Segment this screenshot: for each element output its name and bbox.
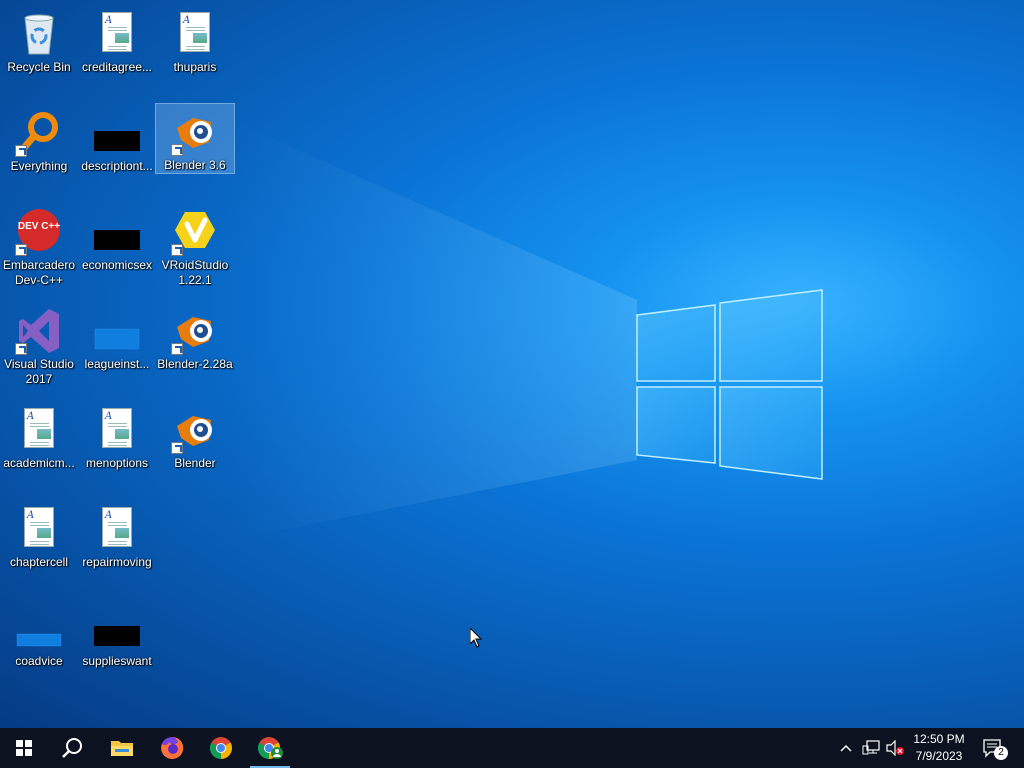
desktop-icon-dev-cpp[interactable]: DEV C++ Embarcadero Dev-C++	[0, 204, 78, 287]
redacted-file-icon	[93, 604, 141, 652]
icon-label: repairmoving	[82, 555, 152, 569]
blender-icon	[171, 307, 219, 355]
icon-label: academicm...	[3, 456, 75, 470]
mouse-pointer-icon	[470, 628, 482, 648]
devcpp-logo-text: DEV C++	[18, 221, 60, 232]
shortcut-arrow-icon	[15, 343, 27, 355]
shortcut-arrow-icon	[171, 244, 183, 256]
visual-studio-icon	[15, 307, 63, 355]
desktop-icon-vroidstudio[interactable]: VRoidStudio 1.22.1	[156, 204, 234, 287]
icon-label: Embarcadero Dev-C++	[2, 258, 76, 287]
blender-icon	[171, 108, 219, 156]
clock-date: 7/9/2023	[915, 749, 963, 763]
blender-icon	[171, 406, 219, 454]
blank-file-icon	[93, 307, 141, 355]
notification-count-badge: 2	[994, 746, 1008, 760]
desktop-icon-blender-3-6[interactable]: Blender 3.6	[155, 103, 235, 174]
icon-label: Visual Studio 2017	[4, 357, 74, 386]
document-icon: A	[93, 505, 141, 553]
network-icon	[862, 740, 880, 755]
desktop-icon-everything[interactable]: Everything	[0, 105, 78, 181]
icon-label: leagueinst...	[84, 357, 150, 371]
vroid-icon	[171, 208, 219, 256]
start-icon	[16, 740, 32, 756]
desktop-icon-coadvice[interactable]: coadvice	[0, 600, 78, 676]
document-icon: A	[93, 10, 141, 58]
icon-label: Blender	[174, 456, 216, 470]
shortcut-arrow-icon	[171, 144, 183, 156]
icon-label: Blender-2.28a	[157, 357, 233, 371]
icon-label: menoptions	[85, 456, 149, 470]
icon-label: Everything	[10, 159, 68, 173]
start-button[interactable]	[0, 728, 48, 768]
shortcut-arrow-icon	[15, 244, 27, 256]
desktop-icon-menoptions[interactable]: A menoptions	[78, 402, 156, 478]
desktop-icon-blender-2-28a[interactable]: Blender-2.28a	[156, 303, 234, 379]
search-button[interactable]	[48, 728, 96, 768]
taskbar-chrome[interactable]	[197, 728, 245, 768]
magnifier-icon	[15, 109, 63, 157]
desktop-icon-leagueinst[interactable]: leagueinst...	[78, 303, 156, 379]
desktop-icon-visual-studio[interactable]: Visual Studio 2017	[0, 303, 78, 386]
icon-label: VRoidStudio 1.22.1	[161, 258, 229, 287]
icon-label: Recycle Bin	[7, 60, 71, 74]
document-icon: A	[15, 406, 63, 454]
search-icon	[62, 738, 82, 758]
recycle-bin-icon	[15, 10, 63, 58]
chevron-up-icon	[840, 744, 852, 752]
document-icon: A	[171, 10, 219, 58]
desktop-icon-recycle-bin[interactable]: Recycle Bin	[0, 6, 78, 82]
icon-label: thuparis	[173, 60, 217, 74]
desktop-icon-repairmoving[interactable]: A repairmoving	[78, 501, 156, 577]
blank-file-icon	[15, 604, 63, 652]
shortcut-arrow-icon	[171, 442, 183, 454]
shortcut-arrow-icon	[171, 343, 183, 355]
taskbar-clock[interactable]: 12:50 PM 7/9/2023	[902, 728, 976, 768]
desktop-icon-creditagree[interactable]: A creditagree...	[78, 6, 156, 82]
taskbar-firefox[interactable]	[148, 728, 196, 768]
icon-label: creditagree...	[81, 60, 153, 74]
icon-label: economicsex	[81, 258, 153, 272]
desktop-icon-thuparis[interactable]: A thuparis	[156, 6, 234, 82]
icon-label: coadvice	[15, 654, 63, 668]
shortcut-arrow-icon	[15, 145, 27, 157]
chrome-profile-icon	[258, 737, 283, 759]
icon-label: chaptercell	[9, 555, 69, 569]
show-hidden-icons-button[interactable]	[836, 728, 856, 768]
taskbar-chrome-profile[interactable]	[246, 728, 294, 768]
desktop-icon-descriptiont[interactable]: descriptiont...	[78, 105, 156, 181]
redacted-file-icon	[93, 208, 141, 256]
desktop-icon-academicm[interactable]: A academicm...	[0, 402, 78, 478]
taskbar: 12:50 PM 7/9/2023 2	[0, 728, 1024, 768]
desktop-icon-economicsex[interactable]: economicsex	[78, 204, 156, 280]
clock-time: 12:50 PM	[913, 732, 965, 746]
action-center-button[interactable]: 2	[978, 728, 1010, 768]
firefox-icon	[161, 736, 184, 759]
desktop-icon-supplieswant[interactable]: supplieswant	[78, 600, 156, 676]
desktop-icon-blender[interactable]: Blender	[156, 402, 234, 478]
document-icon: A	[15, 505, 63, 553]
desktop[interactable]: Recycle Bin Everything DEV C++ Embarcade…	[0, 0, 1024, 728]
taskbar-file-explorer[interactable]	[98, 728, 146, 768]
network-button[interactable]	[860, 728, 882, 768]
document-icon: A	[93, 406, 141, 454]
icon-label: Blender 3.6	[164, 158, 226, 172]
icon-label: supplieswant	[82, 654, 152, 668]
chrome-icon	[210, 737, 232, 759]
file-explorer-icon	[111, 741, 133, 756]
redacted-file-icon	[93, 109, 141, 157]
desktop-icon-chaptercell[interactable]: A chaptercell	[0, 501, 78, 577]
devcpp-icon: DEV C++	[15, 208, 63, 256]
icon-label: descriptiont...	[81, 159, 153, 173]
